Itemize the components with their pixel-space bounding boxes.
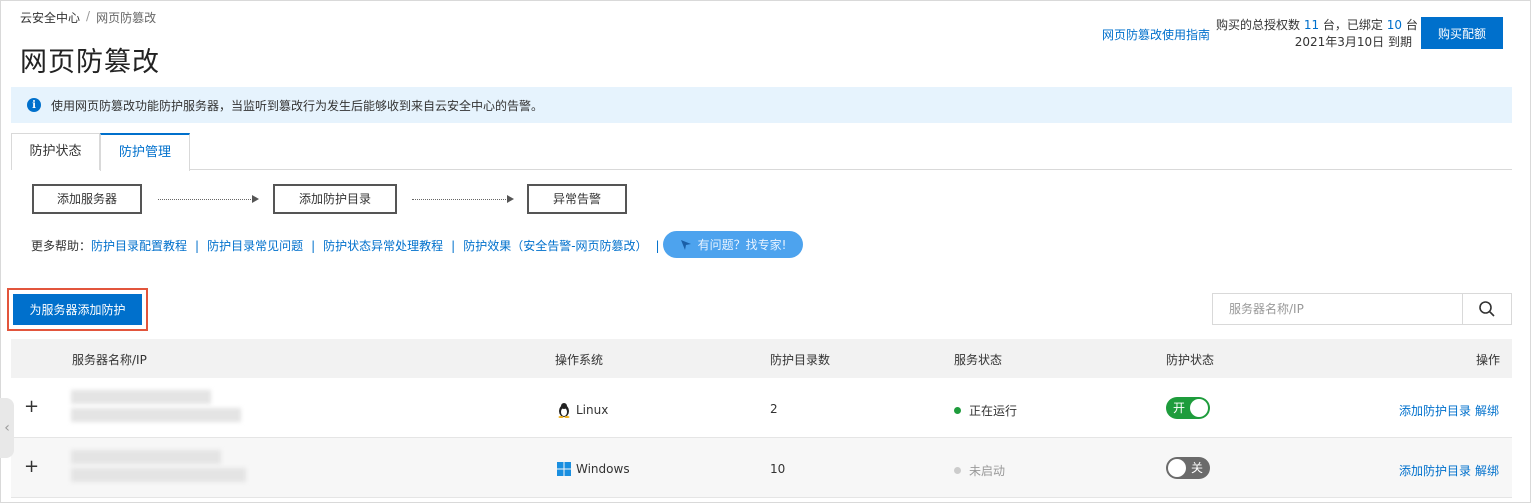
tab-protection-status[interactable]: 防护状态 xyxy=(11,133,100,170)
status-dot xyxy=(954,407,961,414)
quota-bound: 10 xyxy=(1386,18,1403,32)
service-status-text: 未启动 xyxy=(969,464,1006,478)
redacted-server-ip xyxy=(71,408,241,422)
row-actions: 添加防护目录 解绑 xyxy=(1399,402,1499,419)
os-cell: Windows xyxy=(557,462,630,476)
col-protect-status: 防护状态 xyxy=(1166,353,1215,367)
help-link-config[interactable]: 防护目录配置教程 xyxy=(91,237,187,254)
status-dot xyxy=(954,467,961,474)
page-title: 网页防篡改 xyxy=(20,47,160,78)
quota-info: 购买的总授权数 11 台，已绑定 10 台 2021年3月10日 到期 xyxy=(1216,17,1418,51)
quota-mid: 台，已绑定 xyxy=(1319,18,1387,32)
dir-count: 2 xyxy=(770,402,778,416)
table-row: + Windows 10 未启动 关 添加防护目录 解绑 xyxy=(11,438,1512,498)
help-link-effect[interactable]: 防护效果（安全告警-网页防篡改） xyxy=(463,237,647,254)
unbind-link[interactable]: 解绑 xyxy=(1475,404,1499,418)
chevron-left-icon: ‹ xyxy=(4,420,10,436)
unbind-link[interactable]: 解绑 xyxy=(1475,464,1499,478)
expand-row-button[interactable]: + xyxy=(24,396,39,417)
dir-count: 10 xyxy=(770,462,786,476)
col-server-name: 服务器名称/IP xyxy=(72,353,147,367)
step-alert: 异常告警 xyxy=(527,184,627,214)
breadcrumb: 云安全中心 / 网页防篡改 xyxy=(20,9,156,26)
help-separator: | xyxy=(311,238,316,253)
step-connector xyxy=(412,199,508,200)
service-status: 未启动 xyxy=(954,462,1005,479)
ask-expert-button[interactable]: 有问题？找专家! xyxy=(663,231,803,258)
sidebar-collapse-handle[interactable]: ‹ xyxy=(0,398,14,458)
search-button[interactable] xyxy=(1462,294,1511,324)
toggle-knob xyxy=(1190,399,1208,417)
redacted-server-ip xyxy=(71,468,246,482)
info-icon: i xyxy=(27,98,41,112)
search-box xyxy=(1212,293,1512,325)
linux-icon xyxy=(558,403,570,418)
step-add-directory: 添加防护目录 xyxy=(273,184,397,214)
service-status-text: 正在运行 xyxy=(969,404,1018,418)
tab-protection-management[interactable]: 防护管理 xyxy=(100,133,190,171)
toggle-label: 关 xyxy=(1190,461,1203,475)
service-status: 正在运行 xyxy=(954,402,1017,419)
quota-total: 11 xyxy=(1303,18,1320,32)
breadcrumb-root[interactable]: 云安全中心 xyxy=(20,9,80,26)
help-separator: | xyxy=(655,238,660,253)
tab-bar: 防护状态 防护管理 xyxy=(11,133,1512,171)
protection-toggle[interactable]: 开 xyxy=(1166,397,1210,419)
buy-quota-button[interactable]: 购买配额 xyxy=(1421,17,1503,49)
quota-suffix: 台 xyxy=(1402,18,1418,32)
help-separator: | xyxy=(451,238,456,253)
col-dir-count: 防护目录数 xyxy=(770,353,831,367)
send-icon xyxy=(680,239,691,250)
quota-prefix: 购买的总授权数 xyxy=(1216,18,1304,32)
table-header: 服务器名称/IP 操作系统 防护目录数 服务状态 防护状态 操作 xyxy=(11,339,1512,378)
ask-expert-label: 有问题？找专家! xyxy=(697,238,787,252)
help-link-troubleshoot[interactable]: 防护状态异常处理教程 xyxy=(323,237,443,254)
arrow-right-icon xyxy=(252,195,259,203)
notice-text: 使用网页防篡改功能防护服务器，当监听到篡改行为发生后能够收到来自云安全中心的告警… xyxy=(51,98,544,113)
windows-icon xyxy=(557,462,571,476)
os-name: Windows xyxy=(576,462,630,476)
col-actions: 操作 xyxy=(1476,353,1501,367)
step-add-server: 添加服务器 xyxy=(32,184,142,214)
redacted-server-name xyxy=(71,390,211,404)
add-directory-link[interactable]: 添加防护目录 xyxy=(1399,404,1471,418)
help-links: 更多帮助： 防护目录配置教程 | 防护目录常见问题 | 防护状态异常处理教程 |… xyxy=(31,237,668,254)
col-os: 操作系统 xyxy=(555,353,604,367)
search-input[interactable] xyxy=(1213,294,1462,324)
row-actions: 添加防护目录 解绑 xyxy=(1399,462,1499,479)
help-separator: | xyxy=(195,238,200,253)
search-icon xyxy=(1479,301,1495,317)
toggle-knob xyxy=(1168,459,1186,477)
redacted-server-name xyxy=(71,450,221,464)
step-connector xyxy=(158,199,253,200)
breadcrumb-current: 网页防篡改 xyxy=(96,11,157,25)
arrow-right-icon xyxy=(507,195,514,203)
help-link-faq[interactable]: 防护目录常见问题 xyxy=(207,237,303,254)
usage-guide-link[interactable]: 网页防篡改使用指南 xyxy=(1102,26,1210,43)
expand-row-button[interactable]: + xyxy=(24,456,39,477)
info-notice: i 使用网页防篡改功能防护服务器，当监听到篡改行为发生后能够收到来自云安全中心的… xyxy=(11,87,1512,123)
os-name: Linux xyxy=(576,403,609,417)
col-service-status: 服务状态 xyxy=(954,353,1003,367)
os-cell: Linux xyxy=(557,402,608,418)
protection-toggle[interactable]: 关 xyxy=(1166,457,1210,479)
quota-expiry: 2021年3月10日 到期 xyxy=(1294,35,1412,49)
breadcrumb-separator: / xyxy=(86,9,91,23)
help-prefix: 更多帮助： xyxy=(31,239,92,253)
toggle-label: 开 xyxy=(1173,401,1186,415)
add-protection-button[interactable]: 为服务器添加防护 xyxy=(13,294,142,325)
add-directory-link[interactable]: 添加防护目录 xyxy=(1399,464,1471,478)
table-row: + Linux 2 正在运行 开 添加防护目录 解绑 xyxy=(11,378,1512,438)
add-protection-highlight: 为服务器添加防护 xyxy=(7,288,148,331)
